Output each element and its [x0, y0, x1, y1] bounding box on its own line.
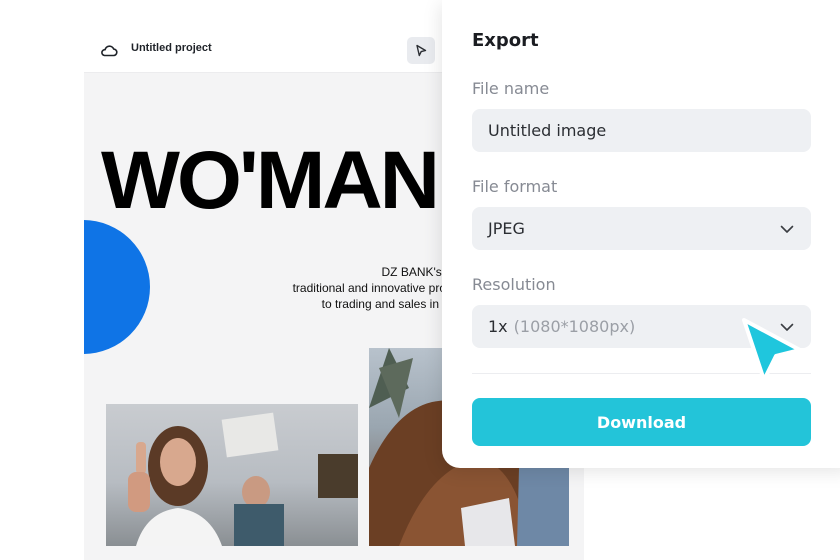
project-title[interactable]: Untitled project [131, 42, 212, 54]
pointer-cursor-icon [742, 318, 802, 382]
file-name-value: Untitled image [488, 121, 607, 140]
panel-title: Export [472, 30, 539, 51]
file-format-value: JPEG [488, 219, 525, 238]
protest-photo[interactable] [106, 404, 358, 546]
protest-photo-illustration [128, 412, 358, 546]
file-format-label: File format [472, 177, 558, 196]
cloud-icon [101, 45, 118, 57]
app-screen: Untitled project WO'MAN DZ BANK's range … [0, 0, 840, 560]
file-format-select[interactable]: JPEG [472, 207, 811, 250]
blue-circle-shape[interactable] [84, 220, 150, 354]
resolution-label: Resolution [472, 275, 556, 294]
file-name-input[interactable]: Untitled image [472, 109, 811, 152]
chevron-down-icon [780, 225, 794, 233]
resolution-value: 1x [488, 317, 508, 336]
download-button[interactable]: Download [472, 398, 811, 446]
select-tool-button[interactable] [407, 37, 435, 64]
cursor-arrow-icon [416, 44, 427, 57]
design-headline[interactable]: WO'MAN [101, 140, 440, 222]
export-panel: Export File name Untitled image File for… [442, 0, 840, 468]
resolution-detail: (1080*1080px) [513, 317, 636, 336]
file-name-label: File name [472, 79, 550, 98]
